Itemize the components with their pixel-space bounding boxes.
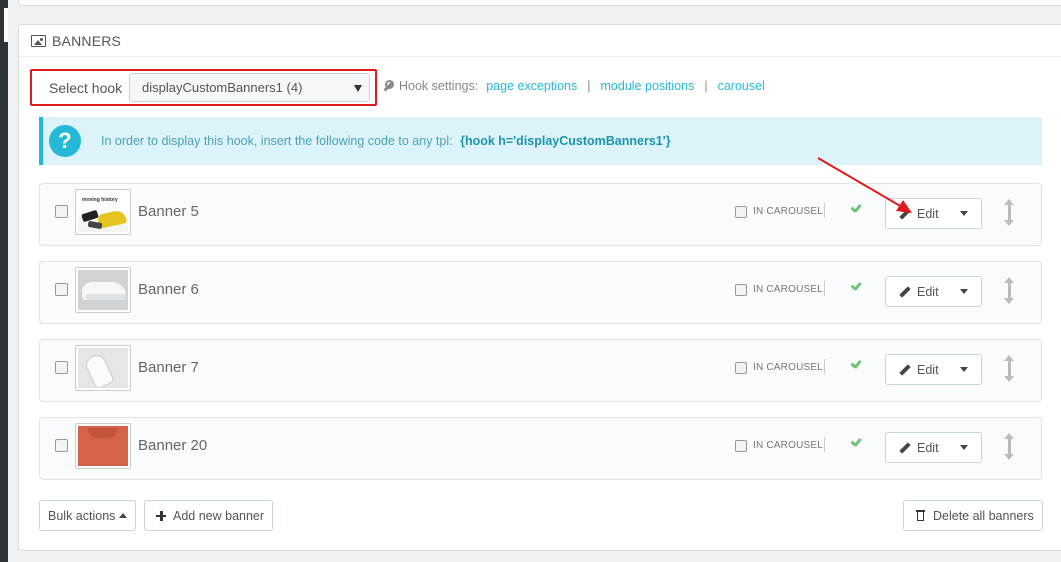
in-carousel-checkbox[interactable] [735, 206, 747, 218]
question-icon: ? [49, 125, 81, 157]
separator: | [587, 79, 591, 93]
pencil-icon [898, 285, 912, 299]
caret-down-icon[interactable] [960, 367, 968, 372]
hook-select-value: displayCustomBanners1 (4) [142, 80, 303, 95]
separator [824, 281, 825, 296]
in-carousel-checkbox[interactable] [735, 362, 747, 374]
in-carousel-label: IN CAROUSEL [753, 440, 823, 451]
pencil-icon [898, 207, 912, 221]
banner-name: Banner 7 [138, 359, 199, 376]
banner-thumbnail [75, 423, 131, 469]
hook-settings-label: Hook settings: [399, 79, 479, 93]
drag-handle-icon[interactable] [1002, 433, 1017, 460]
banner-name: Banner 6 [138, 281, 199, 298]
info-text: In order to display this hook, insert th… [101, 134, 671, 148]
caret-down-icon[interactable] [960, 211, 968, 216]
edit-button[interactable]: Edit [885, 276, 982, 307]
sidebar-notch [4, 8, 8, 42]
add-banner-label: Add new banner [173, 508, 265, 523]
banner-row: Banner 20 IN CAROUSEL Edit [39, 417, 1042, 480]
row-checkbox[interactable] [55, 439, 68, 452]
panel-title: BANNERS [52, 32, 122, 49]
in-carousel-checkbox[interactable] [735, 284, 747, 296]
drag-handle-icon[interactable] [1002, 277, 1017, 304]
carousel-link[interactable]: carousel [718, 79, 765, 93]
edit-button[interactable]: Edit [885, 432, 982, 463]
add-new-banner-button[interactable]: Add new banner [144, 500, 274, 531]
banner-thumbnail [75, 345, 131, 391]
hook-code: {hook h='displayCustomBanners1'} [460, 134, 671, 148]
row-checkbox[interactable] [55, 361, 68, 374]
separator [824, 437, 825, 452]
picture-icon [31, 34, 46, 47]
select-hook-label: Select hook [32, 72, 129, 103]
caret-up-icon [119, 513, 128, 518]
page-exceptions-link[interactable]: page exceptions [486, 79, 577, 93]
in-carousel-label: IN CAROUSEL [753, 206, 823, 217]
drag-handle-icon[interactable] [1002, 355, 1017, 382]
left-sidebar-strip [0, 0, 8, 562]
in-carousel-label: IN CAROUSEL [753, 362, 823, 373]
in-carousel-label: IN CAROUSEL [753, 284, 823, 295]
pencil-icon [898, 363, 912, 377]
bulk-actions-label: Bulk actions [48, 508, 116, 523]
delete-all-label: Delete all banners [933, 508, 1034, 523]
in-carousel-checkbox[interactable] [735, 440, 747, 452]
panel-heading: BANNERS [19, 25, 1061, 57]
hook-selector-highlight: Select hook displayCustomBanners1 (4) [30, 69, 377, 106]
banner-thumbnail: moving history [75, 189, 131, 235]
caret-down-icon[interactable] [960, 289, 968, 294]
check-icon[interactable] [850, 438, 861, 449]
caret-down-icon [354, 85, 362, 92]
separator: | [704, 79, 708, 93]
banner-row: Banner 6 IN CAROUSEL Edit [39, 261, 1042, 324]
check-icon[interactable] [850, 204, 861, 215]
edit-button[interactable]: Edit [885, 198, 982, 229]
row-checkbox[interactable] [55, 283, 68, 296]
drag-handle-icon[interactable] [1002, 199, 1017, 226]
row-checkbox[interactable] [55, 205, 68, 218]
info-alert: ? In order to display this hook, insert … [39, 117, 1042, 165]
separator [824, 203, 825, 218]
bulk-actions-button[interactable]: Bulk actions [39, 500, 137, 531]
wrench-icon [382, 80, 394, 92]
banner-row: Banner 7 IN CAROUSEL Edit [39, 339, 1042, 402]
caret-down-icon[interactable] [960, 445, 968, 450]
pencil-icon [898, 441, 912, 455]
check-icon[interactable] [850, 360, 861, 371]
hook-select[interactable]: displayCustomBanners1 (4) [129, 73, 370, 102]
banners-panel: BANNERS Select hook displayCustomBanners… [18, 24, 1061, 551]
check-icon[interactable] [850, 282, 861, 293]
banner-name: Banner 5 [138, 203, 199, 220]
previous-panel [18, 0, 1061, 6]
banner-name: Banner 20 [138, 437, 208, 454]
edit-label: Edit [917, 440, 939, 455]
plus-icon [156, 510, 166, 521]
module-positions-link[interactable]: module positions [601, 79, 695, 93]
trash-icon [916, 510, 925, 521]
thumb-caption: moving history [82, 197, 118, 203]
hook-settings: Hook settings: page exceptions | module … [382, 77, 765, 95]
edit-label: Edit [917, 206, 939, 221]
separator [824, 359, 825, 374]
info-message: In order to display this hook, insert th… [101, 134, 453, 148]
banner-thumbnail [75, 267, 131, 313]
edit-button[interactable]: Edit [885, 354, 982, 385]
edit-label: Edit [917, 284, 939, 299]
edit-label: Edit [917, 362, 939, 377]
delete-all-banners-button[interactable]: Delete all banners [903, 500, 1043, 531]
banner-row: moving history Banner 5 IN CAROUSEL Edit [39, 183, 1042, 246]
